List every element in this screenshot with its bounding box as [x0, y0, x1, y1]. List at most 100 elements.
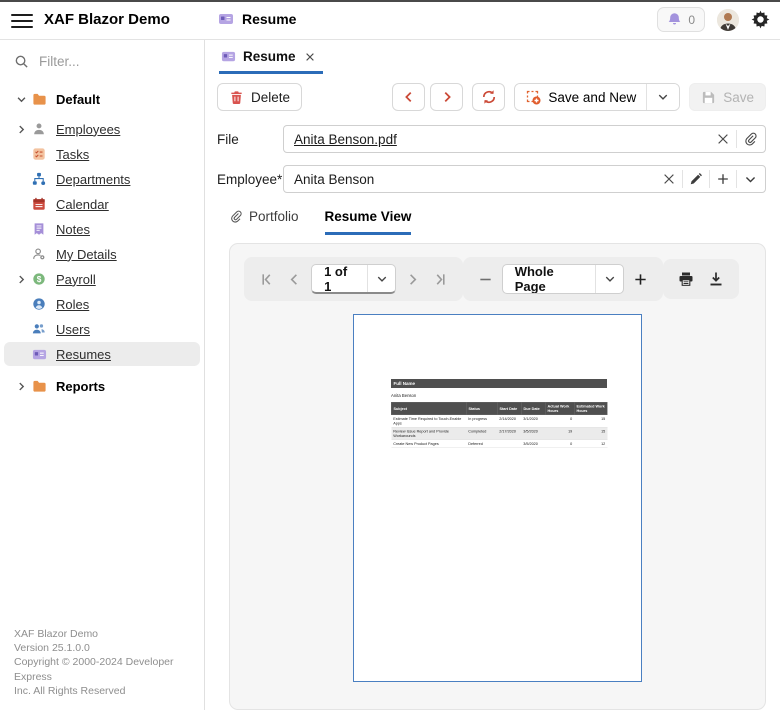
save-and-new-button[interactable]: Save and New	[515, 84, 646, 110]
document-tabstrip: Resume	[205, 40, 780, 74]
gear-icon[interactable]	[751, 10, 770, 29]
hamburger-menu-icon[interactable]	[10, 11, 34, 31]
last-page-icon[interactable]	[429, 266, 454, 292]
search-icon	[14, 54, 29, 69]
sidebar-item-departments[interactable]: Departments	[4, 167, 200, 191]
content-area: Resume Delete	[205, 40, 780, 710]
toolbar-right: Save and New Save	[392, 83, 766, 111]
prev-page-icon[interactable]	[283, 266, 308, 292]
resume-icon	[218, 11, 234, 27]
nav-group-default[interactable]: Default	[4, 87, 200, 111]
chevron-down-icon[interactable]	[737, 166, 763, 192]
page-indicator: 1 of 1	[312, 265, 367, 292]
report-task-table: Subject Status Start Date Due Date Actua…	[391, 402, 608, 448]
previous-record-button[interactable]	[392, 83, 425, 111]
plus-icon[interactable]	[710, 166, 736, 192]
sidebar-item-users[interactable]: Users	[4, 317, 200, 341]
notifications-button[interactable]: 0	[657, 7, 705, 32]
col-header: Actual Work Hours	[545, 402, 574, 415]
first-page-icon[interactable]	[254, 266, 279, 292]
tab-label: Resume	[243, 49, 296, 64]
sidebar-item-employees[interactable]: Employees	[4, 117, 200, 141]
chevron-right-icon[interactable]	[10, 124, 32, 135]
clear-icon[interactable]	[710, 126, 736, 152]
filter-field[interactable]	[0, 48, 204, 79]
footer-line: Inc. All Rights Reserved	[14, 684, 192, 698]
delete-label: Delete	[251, 90, 290, 105]
sidebar-item-label: Roles	[56, 297, 89, 312]
page-title: Resume	[242, 11, 296, 27]
next-record-button[interactable]	[430, 83, 463, 111]
next-page-icon[interactable]	[400, 266, 425, 292]
sidebar-item-resumes[interactable]: Resumes	[4, 342, 200, 366]
header-actions: 0	[657, 7, 770, 32]
sidebar-item-my-details[interactable]: My Details	[4, 242, 200, 266]
top-header: XAF Blazor Demo Resume 0	[0, 2, 780, 40]
sidebar-item-notes[interactable]: Notes	[4, 217, 200, 241]
zoom-group: Whole Page	[463, 257, 663, 301]
save-button[interactable]: Save	[689, 83, 766, 111]
app-window: XAF Blazor Demo Resume 0	[0, 0, 780, 710]
paperclip-icon[interactable]	[737, 126, 763, 152]
tab-portfolio[interactable]: Portfolio	[229, 209, 299, 235]
employee-editor[interactable]: Anita Benson	[283, 165, 766, 193]
nav-group-label: Default	[56, 92, 100, 107]
save-and-new-dropdown[interactable]	[647, 84, 679, 110]
chevron-down-icon	[657, 91, 669, 103]
filter-input[interactable]	[39, 54, 179, 69]
file-label: File	[217, 132, 283, 147]
bell-icon	[667, 12, 682, 27]
tab-resume-view[interactable]: Resume View	[325, 209, 412, 235]
nav-group-label: Reports	[56, 379, 105, 394]
export-group	[663, 259, 739, 299]
paperclip-icon	[229, 210, 242, 223]
zoom-out-icon[interactable]	[473, 266, 498, 292]
delete-button[interactable]: Delete	[217, 83, 302, 111]
sidebar-item-payroll[interactable]: $ Payroll	[4, 267, 200, 291]
sidebar-item-calendar[interactable]: Calendar	[4, 192, 200, 216]
pdf-viewer: 1 of 1	[229, 243, 766, 710]
sidebar-item-roles[interactable]: Roles	[4, 292, 200, 316]
chevron-right-icon[interactable]	[10, 381, 32, 392]
refresh-button[interactable]	[472, 83, 505, 111]
save-and-new-icon	[525, 89, 541, 105]
page-selector[interactable]: 1 of 1	[311, 264, 396, 294]
file-editor[interactable]: Anita Benson.pdf	[283, 125, 766, 153]
calendar-icon	[32, 197, 56, 211]
print-icon[interactable]	[673, 266, 699, 292]
chevron-right-icon	[440, 90, 454, 104]
sidebar-item-label: Notes	[56, 222, 90, 237]
sidebar-item-tasks[interactable]: Tasks	[4, 142, 200, 166]
table-row: Review Issue Report and Provide Workarou…	[391, 427, 607, 440]
clear-icon[interactable]	[656, 166, 682, 192]
zoom-selector[interactable]: Whole Page	[502, 264, 625, 294]
close-icon[interactable]	[303, 50, 317, 64]
detail-tabs: Portfolio Resume View	[205, 199, 780, 235]
roles-icon	[32, 297, 56, 311]
file-link[interactable]: Anita Benson.pdf	[294, 132, 710, 147]
pdf-canvas[interactable]: Full Name Anita Benson Subject Status	[230, 301, 765, 709]
chevron-right-icon[interactable]	[10, 274, 32, 285]
pencil-icon[interactable]	[683, 166, 709, 192]
nav-group-reports[interactable]: Reports	[4, 374, 200, 398]
navigation-tree: Default Employees Tasks Departments	[0, 79, 204, 627]
notes-icon	[32, 222, 56, 236]
download-icon[interactable]	[703, 266, 729, 292]
sidebar-item-label: Calendar	[56, 197, 109, 212]
tab-resume[interactable]: Resume	[219, 46, 323, 74]
footer-line: Version 25.1.0.0	[14, 641, 192, 655]
pdf-page[interactable]: Full Name Anita Benson Subject Status	[353, 314, 642, 682]
zoom-level: Whole Page	[503, 265, 596, 293]
zoom-in-icon[interactable]	[628, 266, 653, 292]
chevron-left-icon	[402, 90, 416, 104]
sidebar-item-label: Resumes	[56, 347, 111, 362]
sidebar-item-label: My Details	[56, 247, 117, 262]
avatar[interactable]	[717, 9, 739, 31]
trash-icon	[229, 90, 244, 105]
sidebar-item-label: Tasks	[56, 147, 89, 162]
save-and-new-label: Save and New	[548, 90, 636, 105]
chevron-down-icon[interactable]	[10, 94, 32, 105]
payroll-icon: $	[32, 272, 56, 286]
footer-line: Copyright © 2000-2024 Developer Express	[14, 655, 192, 683]
tasks-icon	[32, 147, 56, 161]
